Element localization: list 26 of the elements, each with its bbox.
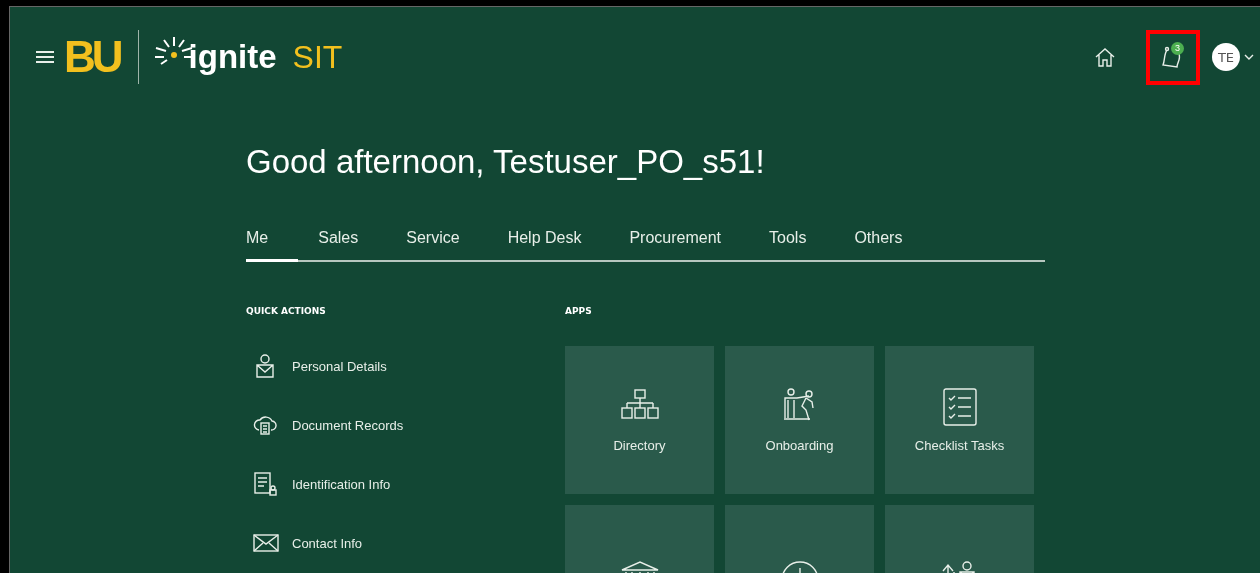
tab[interactable]: Me	[246, 229, 299, 262]
quick-action-link[interactable]: Contact Info	[253, 530, 565, 556]
app-tile[interactable]: Checklist Tasks	[885, 346, 1034, 494]
product-logo-text: ignite	[188, 38, 277, 76]
app-tile[interactable]: Onboarding	[725, 346, 874, 494]
quick-action-link[interactable]: Personal Details	[253, 353, 565, 379]
greeting-heading: Good afternoon, Testuser_PO_s51!	[246, 143, 766, 181]
tab[interactable]: Others	[854, 229, 903, 262]
quick-action-link[interactable]: Identification Info	[253, 471, 565, 497]
tab[interactable]: Service	[406, 229, 460, 262]
tab[interactable]: Sales	[318, 229, 359, 262]
id-document-icon	[253, 471, 279, 497]
tab[interactable]: Help Desk	[507, 229, 582, 262]
section-heading: APPS	[565, 306, 593, 316]
environment-label: SIT	[292, 38, 343, 76]
app-tile[interactable]: Directory	[565, 346, 714, 494]
chevron-down-icon	[1244, 54, 1254, 60]
university-logo: BU	[64, 35, 122, 79]
section-heading: QUICK ACTIONS	[246, 306, 327, 316]
user-avatar[interactable]: TE	[1212, 43, 1240, 71]
home-icon	[1094, 47, 1116, 67]
tab[interactable]: Procurement	[629, 229, 722, 262]
tab[interactable]: Tools	[769, 229, 807, 262]
notification-badge: 3	[1171, 41, 1184, 55]
quick-action-link[interactable]: Document Records	[253, 412, 565, 438]
menu-icon	[36, 50, 54, 64]
